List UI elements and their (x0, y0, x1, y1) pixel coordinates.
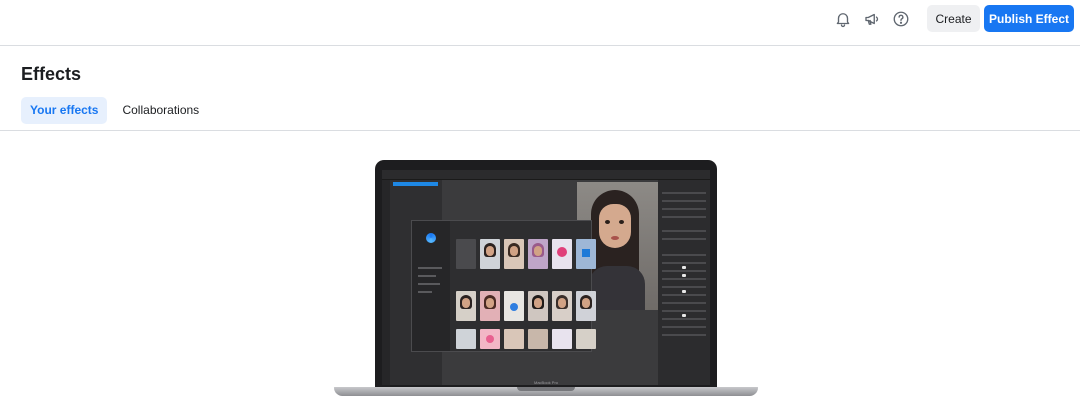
laptop-illustration: MacBook Pro (334, 160, 758, 408)
top-bar: Create Publish Effect (0, 0, 1080, 46)
spark-ar-logo-icon (426, 233, 436, 243)
megaphone-icon[interactable] (861, 8, 883, 30)
laptop-notch (517, 387, 575, 391)
help-circle-icon[interactable] (890, 8, 912, 30)
screen-inspector-panel (658, 180, 710, 385)
tab-your-effects[interactable]: Your effects (21, 97, 108, 124)
header-divider (0, 130, 1080, 131)
create-button[interactable]: Create (927, 5, 980, 32)
bell-icon[interactable] (832, 8, 854, 30)
screen-left-rail (382, 180, 390, 385)
device-label: MacBook Pro (533, 380, 558, 385)
laptop-lid: MacBook Pro (375, 160, 717, 389)
tab-bar: Your effects Collaborations (21, 97, 208, 124)
publish-effect-button[interactable]: Publish Effect (984, 5, 1074, 32)
laptop-screen (382, 170, 710, 385)
tab-collaborations[interactable]: Collaborations (113, 97, 208, 124)
screen-toolbar (382, 170, 710, 180)
screen-create-dialog (411, 220, 596, 352)
page-title: Effects (21, 64, 82, 84)
screen-selected-row (393, 182, 438, 186)
